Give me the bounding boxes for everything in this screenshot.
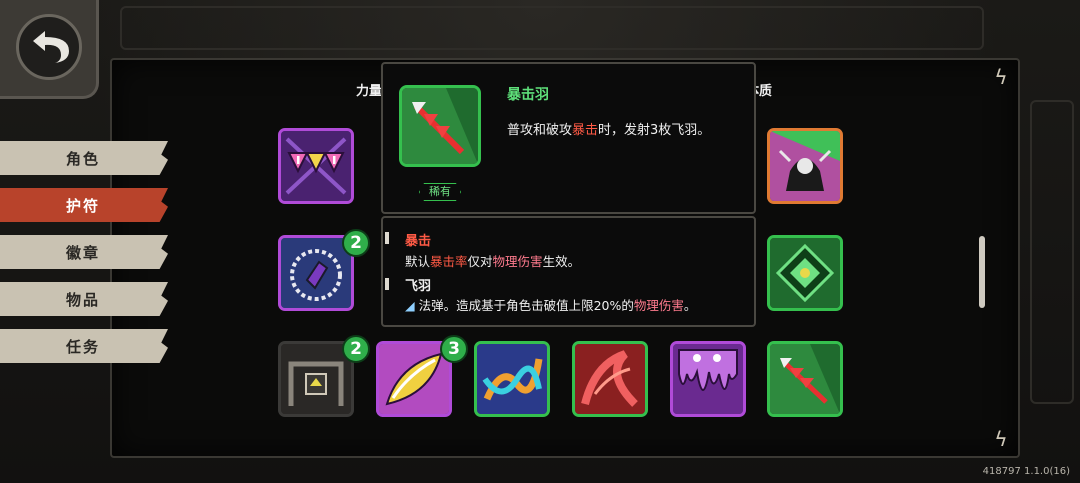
crit-feather-arrow-icon: [402, 88, 478, 164]
rarity-badge: 稀有: [419, 183, 461, 201]
keyword-marker: [385, 232, 389, 244]
double-warning-triangle-icon: [281, 131, 351, 201]
item-name: 暴击羽: [507, 87, 549, 103]
thorn-ring-crystal-icon: [281, 238, 351, 308]
keyword-description: ◢ 法弹。造成基于角色击破值上限20%的物理伤害。: [405, 295, 696, 314]
background-deco: [120, 6, 984, 50]
crit-feather-arrow-icon: [770, 344, 840, 414]
keyword-tooltip: 暴击 默认暴击率仅对物理伤害生效。 飞羽 ◢ 法弹。造成基于角色击破值上限20%…: [381, 216, 756, 327]
amulet-slot[interactable]: [767, 235, 843, 311]
desc-text: 普攻和破攻: [507, 123, 573, 138]
green-diamond-eye-icon: [770, 238, 840, 308]
desc-text: 仅对: [467, 254, 493, 269]
amulet-slot[interactable]: [767, 128, 843, 204]
crimson-wind-icon: [575, 344, 645, 414]
stack-count: 3: [448, 339, 460, 359]
item-tooltip: 稀有 暴击羽 普攻和破攻暴击时，发射3枚飞羽。: [381, 62, 756, 214]
keyword-title: 暴击: [405, 234, 432, 249]
desc-text: 时，发射3枚飞羽。: [598, 123, 711, 138]
desc-keyword: 暴击: [572, 123, 599, 138]
amulet-slot[interactable]: [278, 128, 354, 204]
amulet-slot[interactable]: [474, 341, 550, 417]
desc-text: 生效。: [542, 254, 581, 269]
sidebar-item-quests[interactable]: 任务: [0, 329, 168, 363]
sidebar-item-label: 护符: [66, 196, 101, 215]
amulet-slot[interactable]: [572, 341, 648, 417]
scrollbar[interactable]: [979, 236, 985, 308]
background-deco: [1030, 100, 1074, 404]
back-arrow-icon: [16, 14, 82, 80]
twin-serpent-icon: [477, 344, 547, 414]
corner-ornament-icon: ϟ: [994, 427, 1008, 451]
desc-keyword: 暴击率: [430, 254, 468, 269]
golden-feather-icon: [379, 344, 449, 414]
stack-count-badge: 2: [342, 229, 370, 257]
desc-text: 。: [683, 298, 697, 313]
sidebar-item-label: 物品: [66, 290, 101, 309]
shadow-beast-portrait-icon: [770, 131, 840, 201]
sidebar-item-items[interactable]: 物品: [0, 282, 168, 316]
stack-count-badge: 2: [342, 335, 370, 363]
back-button[interactable]: [0, 0, 99, 99]
item-description: 普攻和破攻暴击时，发射3枚飞羽。: [507, 119, 710, 138]
stack-count: 2: [350, 339, 362, 359]
sidebar-item-label: 任务: [66, 337, 101, 356]
stack-count: 2: [350, 233, 362, 253]
keyword-marker: [385, 278, 389, 290]
sidebar-item-label: 角色: [66, 149, 101, 168]
amulet-slot[interactable]: [670, 341, 746, 417]
version-label: 418797 1.1.0(16): [982, 466, 1070, 477]
stone-arch-arrow-icon: [281, 344, 351, 414]
sidebar-item-amulet[interactable]: 护符: [0, 188, 168, 222]
desc-text: 默认: [405, 254, 431, 269]
item-icon-frame: [399, 85, 481, 167]
keyword-title: 飞羽: [405, 279, 432, 294]
desc-keyword: 物理伤害: [492, 254, 543, 269]
amulet-slot[interactable]: [767, 341, 843, 417]
sidebar-item-character[interactable]: 角色: [0, 141, 168, 175]
sidebar-item-label: 徽章: [66, 243, 101, 262]
spell-bullet-icon: ◢: [405, 298, 419, 313]
desc-keyword: 物理伤害: [633, 298, 684, 313]
keyword-description: 默认暴击率仅对物理伤害生效。: [405, 251, 580, 270]
stack-count-badge: 3: [440, 335, 468, 363]
desc-text: 法弹。造成基于角色击破值上限20%的: [418, 298, 634, 313]
stat-header-strength: 力量: [356, 84, 383, 99]
sidebar-item-badge[interactable]: 徽章: [0, 235, 168, 269]
corner-ornament-icon: ϟ: [994, 65, 1008, 89]
dripping-slime-icon: [673, 344, 743, 414]
